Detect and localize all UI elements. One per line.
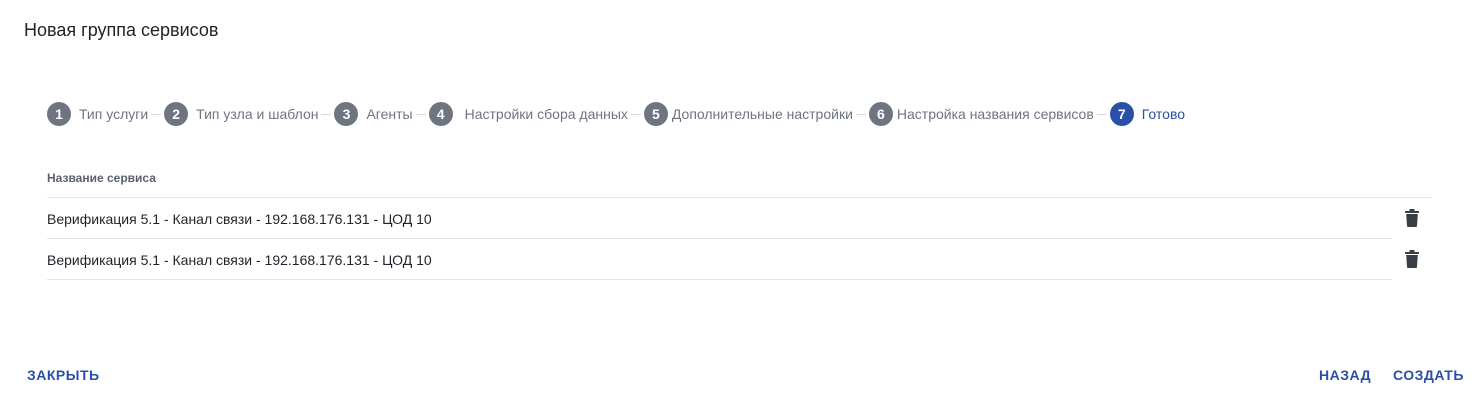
step-label: Тип узла и шаблон: [196, 106, 319, 122]
step-connector: [1096, 113, 1107, 115]
step-number: 4: [428, 102, 453, 126]
step-done[interactable]: 7 Готово: [1109, 102, 1186, 126]
column-header-service-name: Название сервиса: [47, 170, 156, 185]
step-label: Настройки сбора данных: [464, 106, 628, 122]
step-connector: [415, 113, 426, 115]
close-button[interactable]: ЗАКРЫТЬ: [27, 367, 100, 383]
step-number: 6: [868, 102, 893, 126]
service-name: Верификация 5.1 - Канал связи - 192.168.…: [47, 210, 432, 227]
step-service-type[interactable]: 1 Тип услуги: [47, 102, 148, 126]
step-node-type-template[interactable]: 2 Тип узла и шаблон: [164, 102, 318, 126]
services-table: Название сервиса Верификация 5.1 - Канал…: [47, 158, 1432, 280]
trash-icon: [1405, 209, 1419, 227]
table-header: Название сервиса: [47, 158, 1432, 198]
delete-button[interactable]: [1403, 249, 1421, 269]
step-label: Настройка названия сервисов: [896, 106, 1094, 122]
row-divider: [47, 279, 1392, 280]
stepper: 1 Тип услуги 2 Тип узла и шаблон 3 Агент…: [47, 102, 1185, 126]
step-data-collection-settings[interactable]: 4 Настройки сбора данных: [428, 102, 628, 126]
step-number: 1: [47, 102, 71, 126]
step-service-name-settings[interactable]: 6 Настройка названия сервисов: [868, 102, 1094, 126]
step-additional-settings[interactable]: 5 Дополнительные настройки: [643, 102, 853, 126]
step-label: Тип услуги: [79, 106, 149, 122]
trash-icon: [1405, 250, 1419, 268]
step-number: 7: [1109, 102, 1134, 126]
step-number: 5: [643, 102, 668, 126]
step-agents[interactable]: 3 Агенты: [334, 102, 413, 126]
service-name: Верификация 5.1 - Канал связи - 192.168.…: [47, 251, 432, 268]
step-connector: [855, 113, 866, 115]
step-number: 3: [334, 102, 359, 126]
step-connector: [630, 113, 641, 115]
back-button[interactable]: НАЗАД: [1319, 367, 1371, 383]
step-label: Дополнительные настройки: [671, 106, 853, 122]
table-row: Верификация 5.1 - Канал связи - 192.168.…: [47, 239, 1432, 280]
dialog-title: Новая группа сервисов: [24, 20, 219, 40]
step-connector: [151, 113, 162, 115]
step-label: Агенты: [366, 106, 413, 122]
step-label: Готово: [1141, 106, 1186, 122]
table-row: Верификация 5.1 - Канал связи - 192.168.…: [47, 198, 1432, 239]
step-connector: [321, 113, 332, 115]
create-button[interactable]: СОЗДАТЬ: [1393, 367, 1464, 383]
step-number: 2: [164, 102, 189, 126]
delete-button[interactable]: [1403, 208, 1421, 228]
